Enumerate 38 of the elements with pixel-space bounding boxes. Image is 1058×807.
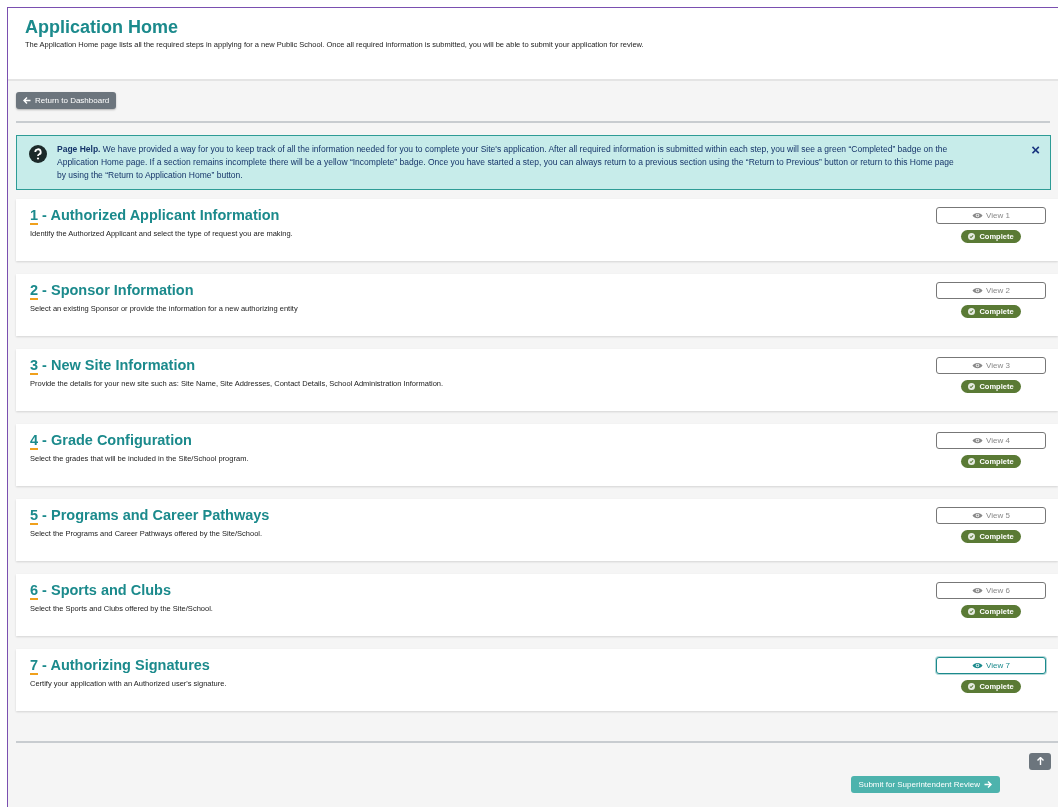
check-icon [968,607,976,615]
check-icon [968,232,976,240]
scroll-to-top-button[interactable] [1029,752,1051,770]
step-title: 3 - New Site Information [30,356,197,373]
step-title: 6 - Sports and Clubs [30,581,172,598]
arrow-up-icon [1036,757,1044,766]
view-button[interactable]: View 7 [936,656,1046,674]
view-button[interactable]: View 3 [936,356,1046,374]
return-to-dashboard-button[interactable]: Return to Dashboard [16,91,117,109]
check-icon [968,307,976,315]
help-text: Page Help. We have provided a way for you to keep track of all the information needed for you to complete your Site's application. After all required information is submitted within each step, you will see a green “Completed” badge on the Application Home page. If a section remains incomplete there will be a yellow “Incomplete” badge. Once you have started a step, you can always return to a previous section using the “Return to Previous” button or return to this Home page by using the “Return to Application Home” button. [57,142,955,182]
step-title: 2 - Sponsor Information [30,281,195,298]
view-button[interactable]: View 2 [936,281,1046,299]
submit-button[interactable]: Submit for Superintendent Review [850,775,1000,793]
eye-icon [972,436,984,444]
check-icon [968,532,976,540]
arrow-left-icon [23,96,31,104]
view-button[interactable]: View 1 [936,206,1046,224]
step-title: 4 - Grade Configuration [30,431,193,448]
close-button[interactable]: × [1031,142,1040,157]
eye-icon [972,586,984,594]
view-button[interactable]: View 6 [936,581,1046,599]
eye-icon [972,286,984,294]
check-icon [968,682,976,690]
step-title: 1 - Authorized Applicant Information [30,206,281,223]
arrow-right-icon [984,780,992,788]
eye-icon [972,361,984,369]
check-icon [968,457,976,465]
eye-icon [972,511,984,519]
eye-icon [972,661,984,669]
page-title: Application Home [25,17,179,38]
eye-icon [972,211,984,219]
step-title: 7 - Authorizing Signatures [30,656,211,673]
check-icon [968,382,976,390]
view-button[interactable]: View 5 [936,506,1046,524]
help-icon [29,144,47,163]
view-button[interactable]: View 4 [936,431,1046,449]
step-title: 5 - Programs and Career Pathways [30,506,271,523]
